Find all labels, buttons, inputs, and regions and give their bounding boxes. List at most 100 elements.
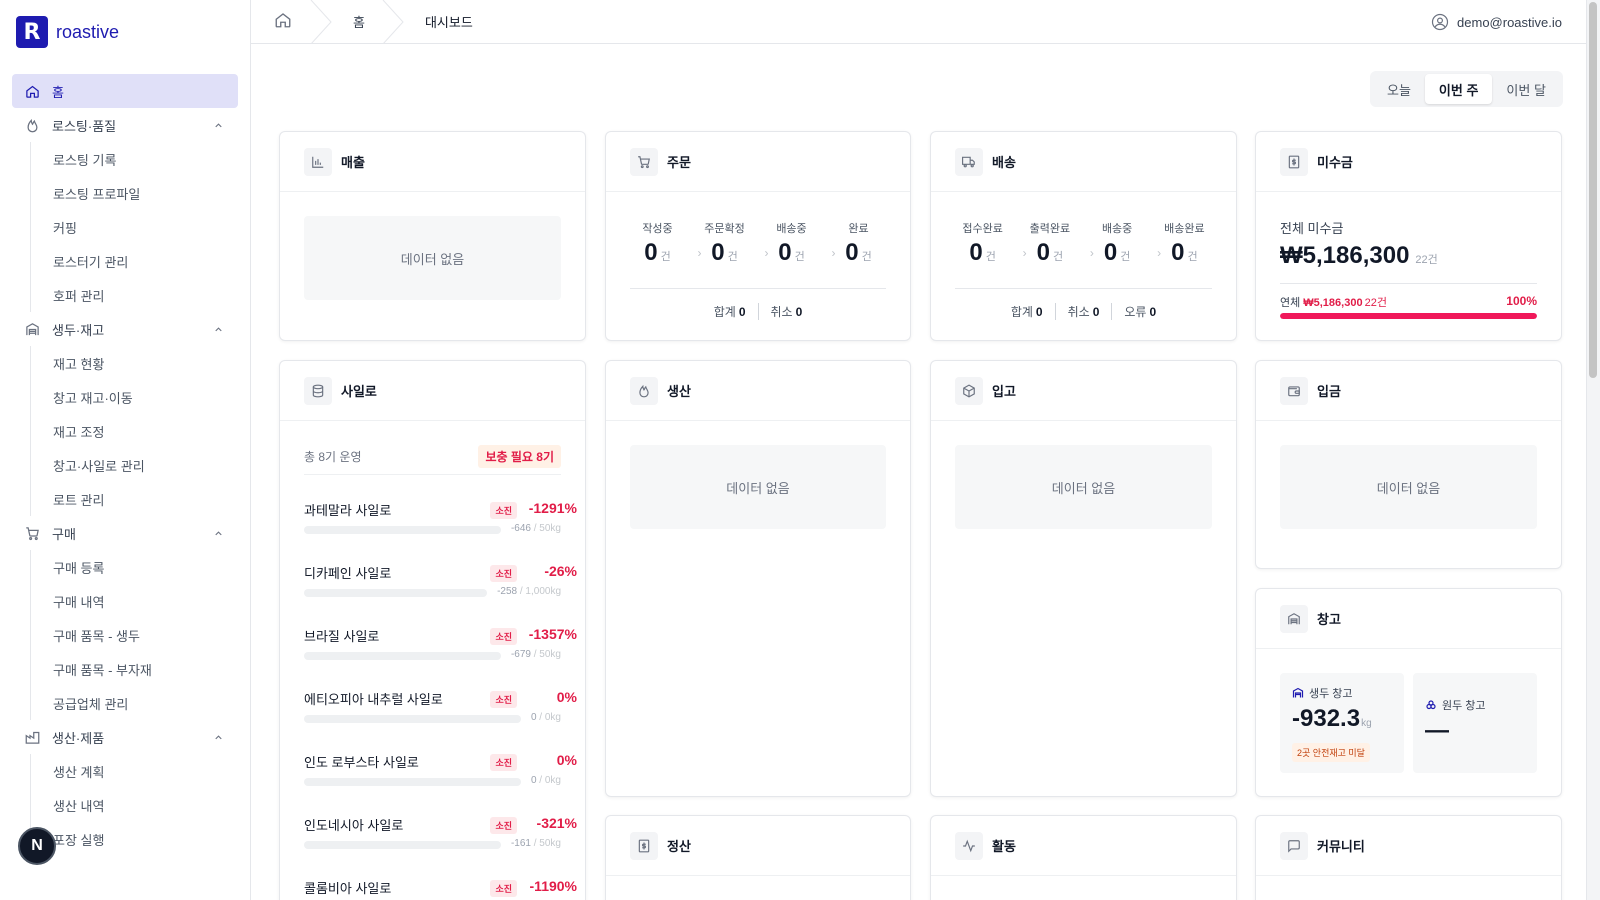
user-icon — [1431, 13, 1449, 31]
sidebar-group-header[interactable]: 로스팅·품질 — [12, 108, 238, 142]
silo-row[interactable]: 디카페인 사일로 소진 -26% -258 / 1,000kg — [304, 559, 577, 622]
silo-row[interactable]: 인도네시아 사일로 소진 -321% -161 / 50kg — [304, 811, 577, 874]
sidebar-item[interactable]: 호퍼 관리 — [53, 278, 238, 312]
silo-quantity: -679 / 50kg — [511, 649, 561, 660]
card-title: 배송 — [992, 155, 1016, 170]
sidebar-item[interactable]: 포장 실행 — [53, 822, 238, 856]
sidebar-item[interactable]: 로스터기 관리 — [53, 244, 238, 278]
stage-unit: 건 — [1120, 251, 1131, 263]
breadcrumb-separator — [310, 0, 332, 44]
card-header[interactable]: 입고 — [931, 361, 1236, 421]
breadcrumb-item-home[interactable]: 홈 — [331, 12, 387, 31]
depleted-badge: 소진 — [490, 691, 517, 708]
sidebar-item[interactable]: 생산 계획 — [53, 754, 238, 788]
divider — [1280, 283, 1537, 284]
sidebar-item[interactable]: 생산 내역 — [53, 788, 238, 822]
silo-card: 사일로 총 8기 운영 보충 필요 8기 과테말라 사일로 소진 -1291% -64… — [279, 360, 586, 900]
silo-row[interactable]: 에티오피아 내추럴 사일로 소진 0% 0 / 0kg — [304, 685, 577, 748]
sidebar-group-header[interactable]: 생산·제품 — [12, 720, 238, 754]
silo-row[interactable]: 과테말라 사일로 소진 -1291% -646 / 50kg — [304, 496, 577, 559]
stage-received[interactable]: 접수완료 0 건 › — [955, 220, 1026, 267]
card-header[interactable]: 커뮤니티 — [1256, 816, 1561, 876]
sidebar-item-home[interactable]: 홈 — [12, 74, 238, 108]
sidebar-item[interactable]: 구매 품목 - 부자재 — [53, 652, 238, 686]
sidebar-item[interactable]: 로트 관리 — [53, 482, 238, 516]
breadcrumb-home[interactable] — [251, 11, 315, 32]
activity-icon — [955, 831, 983, 860]
card-header[interactable]: 생산 — [606, 361, 910, 421]
depleted-badge: 소진 — [490, 754, 517, 771]
sidebar-item[interactable]: 커핑 — [53, 210, 238, 244]
card-header[interactable]: 정산 — [606, 816, 910, 876]
delivery-card: 배송 접수완료 0 건 › 출력완료 0 건 › 배송중 0 건 › 배송완료 0 건 합계 0 취소 0… — [930, 131, 1237, 341]
card-header[interactable]: 창고 — [1256, 589, 1561, 649]
stage-done[interactable]: 완료 0 건 — [831, 220, 887, 267]
period-today[interactable]: 오늘 — [1373, 74, 1425, 104]
sidebar-nav: 홈 로스팅·품질 로스팅 기록 로스팅 프로파일 커핑 로스터기 관리 호퍼 관리 생두·재… — [0, 64, 250, 866]
sidebar-submenu: 구매 등록 구매 내역 구매 품목 - 생두 구매 품목 - 부자재 공급업체 관리 — [30, 550, 238, 720]
sidebar-item[interactable]: 창고 재고·이동 — [53, 380, 238, 414]
sidebar-item[interactable]: 창고·사일로 관리 — [53, 448, 238, 482]
scrollbar-thumb[interactable] — [1589, 2, 1597, 378]
total-value: 0 — [1035, 305, 1043, 319]
sidebar-item[interactable]: 구매 품목 - 생두 — [53, 618, 238, 652]
silo-quantity: 0 / 0kg — [531, 775, 561, 786]
stage-delivered[interactable]: 배송완료 0 건 — [1156, 220, 1212, 267]
sidebar-group-header[interactable]: 구매 — [12, 516, 238, 550]
scrollbar[interactable] — [1586, 0, 1600, 900]
card-header[interactable]: 사일로 — [280, 361, 585, 421]
refill-badge[interactable]: 보충 필요 8기 — [478, 445, 561, 468]
roasted-bean-warehouse[interactable]: 원두 창고 — — [1413, 673, 1537, 773]
stage-label: 주문확정 — [704, 223, 745, 235]
card-header[interactable]: 입금 — [1256, 361, 1561, 421]
sidebar-item[interactable]: 공급업체 관리 — [53, 686, 238, 720]
sidebar-item[interactable]: 로스팅 프로파일 — [53, 176, 238, 210]
stage-printed[interactable]: 출력완료 0 건 › — [1022, 220, 1094, 267]
sidebar-item[interactable]: 구매 내역 — [53, 584, 238, 618]
stage-shipping[interactable]: 배송중 0 건 › — [764, 220, 835, 267]
stage-confirmed[interactable]: 주문확정 0 건 › — [697, 220, 768, 267]
stage-unit: 건 — [1052, 251, 1064, 263]
card-header[interactable]: 활동 — [931, 816, 1236, 876]
logo[interactable]: R roastive — [0, 0, 250, 64]
silo-row[interactable]: 브라질 사일로 소진 -1357% -679 / 50kg — [304, 622, 577, 685]
sidebar-item[interactable]: 재고 조정 — [53, 414, 238, 448]
silo-capacity: / 50kg — [530, 838, 561, 849]
sidebar-item[interactable]: 재고 현황 — [53, 346, 238, 380]
total-label: 취소 — [1067, 305, 1090, 319]
sidebar-submenu: 로스팅 기록 로스팅 프로파일 커핑 로스터기 관리 호퍼 관리 — [30, 142, 238, 312]
stage-label: 배송중 — [1101, 223, 1133, 235]
logo-mark: R — [16, 16, 48, 48]
total-cancel: 취소 0 — [757, 303, 815, 320]
silo-fill-percent: -321% — [536, 815, 577, 831]
silo-name: 과테말라 사일로 — [304, 503, 392, 518]
chevron-up-icon[interactable] — [213, 323, 224, 338]
sidebar-group-header[interactable]: 생두·재고 — [12, 312, 238, 346]
sidebar-item[interactable]: 로스팅 기록 — [53, 142, 238, 176]
stage-count: 0 — [1103, 239, 1118, 266]
card-header[interactable]: 미수금 — [1256, 132, 1561, 192]
receivables-card: 미수금 전체 미수금 ₩5,186,300 22건 연체 ₩5,186,300 22… — [1255, 131, 1562, 341]
empty-state: 데이터 없음 — [955, 445, 1212, 529]
sidebar-item[interactable]: 구매 등록 — [53, 550, 238, 584]
silo-row[interactable]: 인도 로부스타 사일로 소진 0% 0 / 0kg — [304, 748, 577, 811]
card-header[interactable]: 배송 — [931, 132, 1236, 192]
green-bean-warehouse[interactable]: 생두 창고 -932.3 kg 2곳 안전재고 미달 — [1280, 673, 1404, 773]
period-this-week[interactable]: 이번 주 — [1424, 74, 1493, 104]
stage-count: 0 — [845, 239, 859, 266]
user-menu[interactable]: demo@roastive.io — [1431, 0, 1562, 44]
silo-name: 콜롬비아 사일로 — [304, 881, 392, 896]
card-header[interactable]: 매출 — [280, 132, 585, 192]
period-this-month[interactable]: 이번 달 — [1492, 74, 1560, 104]
chevron-up-icon[interactable] — [213, 527, 224, 542]
total-value: 0 — [1092, 305, 1100, 319]
invoice-icon — [1280, 147, 1308, 176]
chevron-up-icon[interactable] — [213, 119, 224, 134]
card-header[interactable]: 주문 — [606, 132, 910, 192]
stage-drafting[interactable]: 작성중 0 건 › — [630, 220, 701, 267]
chevron-up-icon[interactable] — [213, 731, 224, 746]
card-title: 창고 — [1317, 612, 1341, 627]
stage-shipping[interactable]: 배송중 0 건 › — [1089, 220, 1161, 267]
silo-row[interactable]: 콜롬비아 사일로 소진 -1190% — [304, 874, 577, 900]
dev-tools-button[interactable]: N — [18, 827, 56, 865]
